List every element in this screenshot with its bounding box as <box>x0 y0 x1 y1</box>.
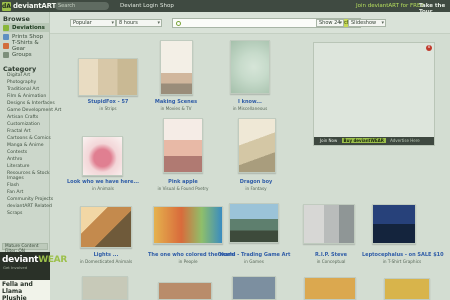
item-title[interactable]: R.I.P. Steve <box>291 252 371 258</box>
deviantwear-subtitle: Get Involved <box>3 265 28 270</box>
view-mode-select[interactable]: Slideshow <box>348 19 386 27</box>
deviantart-logo[interactable]: dA deviantART <box>2 1 56 11</box>
item-category[interactable]: Conceptual <box>291 259 371 264</box>
show-count-select[interactable]: Show 24 <box>316 19 344 27</box>
item-title[interactable]: Making Scenes <box>136 99 216 105</box>
category-community-projects[interactable]: Community Projects <box>7 197 53 202</box>
category-flash[interactable]: Flash <box>7 183 19 188</box>
category-designs-interfaces[interactable]: Designs & Interfaces <box>7 101 55 106</box>
join-now-link[interactable]: Join Now <box>320 138 337 143</box>
item-title[interactable]: Okami - Trading Game Art <box>214 252 294 258</box>
category-cartoons-comics[interactable]: Cartoons & Comics <box>7 136 51 141</box>
login-link[interactable]: Deviant Login <box>120 3 158 9</box>
category-contests[interactable]: Contests <box>7 150 27 155</box>
browse-heading: Browse <box>3 15 30 23</box>
thumbnail-image[interactable] <box>153 206 223 244</box>
category-literature[interactable]: Literature <box>7 164 30 169</box>
thumbnail-image[interactable] <box>303 204 355 244</box>
thumbnail-image[interactable] <box>82 136 123 176</box>
thumbnail-image[interactable] <box>78 58 138 96</box>
item-title[interactable]: Dragon boy <box>216 179 296 185</box>
item-title[interactable]: Look who we have here... <box>63 179 143 185</box>
groups-icon <box>3 51 9 58</box>
sort-select[interactable]: Popular <box>70 19 116 27</box>
thumbnail-image[interactable] <box>238 118 276 173</box>
category-artisan-crafts[interactable]: Artisan Crafts <box>7 115 38 120</box>
item-category[interactable]: T-Shirt Graphics <box>362 259 442 264</box>
item-category[interactable]: Animals <box>63 186 143 191</box>
search-icon <box>176 21 181 26</box>
category-digital-art[interactable]: Digital Art <box>7 73 30 78</box>
deviations-icon <box>3 24 9 31</box>
join-link[interactable]: Join deviantART for FREE <box>356 3 424 9</box>
advertisement-panel: x Join Now Buy deviantWEAR Advertise Her… <box>313 42 435 146</box>
category-deviantart-related[interactable]: deviantART Related <box>7 204 52 209</box>
item-category[interactable]: Fantasy <box>216 186 296 191</box>
sidebar-item-tshirts[interactable]: T-Shirts & Gear <box>3 40 49 52</box>
sidebar: Browse Deviations Prints Shop T-Shirts &… <box>0 12 67 300</box>
thumbnail-image[interactable] <box>372 204 416 244</box>
filter-bar: Popular 8 hours Search Art Show 24 Slide… <box>50 12 450 34</box>
item-category[interactable]: Domesticated Animals <box>66 259 146 264</box>
category-resources-images[interactable]: Images <box>7 176 24 181</box>
deviantwear-logo: deviantWEAR <box>2 255 67 265</box>
item-title[interactable]: Leptocephalus - on SALE $10 <box>362 252 444 258</box>
close-icon[interactable]: x <box>426 45 432 51</box>
thumbnail-image[interactable] <box>163 118 203 173</box>
item-category[interactable]: Games <box>214 259 294 264</box>
category-heading: Category <box>3 65 37 73</box>
category-game-development[interactable]: Game Development Art <box>7 108 61 113</box>
category-manga-anime[interactable]: Manga & Anime <box>7 143 44 148</box>
item-category[interactable]: Visual & Found Poetry <box>143 186 223 191</box>
category-fractal-art[interactable]: Fractal Art <box>7 129 31 134</box>
thumbnail-image[interactable] <box>232 276 276 300</box>
advertise-here-link[interactable]: Advertise Here <box>390 138 420 143</box>
logo-icon: dA <box>2 1 11 11</box>
thumbnail-image[interactable] <box>384 278 430 300</box>
ad-footer: Join Now Buy deviantWEAR Advertise Here <box>314 137 434 145</box>
thumbnail-image[interactable] <box>230 40 270 94</box>
item-title[interactable]: I know... <box>210 99 290 105</box>
category-customization[interactable]: Customization <box>7 122 40 127</box>
buy-deviantwear-button[interactable]: Buy deviantWEAR <box>341 138 386 143</box>
category-fan-art[interactable]: Fan Art <box>7 190 23 195</box>
top-search-input[interactable]: Search <box>55 2 109 10</box>
thumbnail-image[interactable] <box>229 203 279 243</box>
time-select[interactable]: 8 hours <box>116 19 162 27</box>
item-title[interactable]: Pink apple <box>143 179 223 185</box>
shop-link[interactable]: Shop <box>160 3 174 9</box>
promo-text[interactable]: Fella and Llama Plushie Bundle <box>0 280 50 300</box>
category-scraps[interactable]: Scraps <box>7 211 22 216</box>
item-title[interactable]: Lights ... <box>66 252 146 258</box>
thumbnail-image[interactable] <box>82 276 128 300</box>
category-film-animation[interactable]: Film & Animation <box>7 94 46 99</box>
thumbnail-image[interactable] <box>304 277 356 300</box>
sidebar-item-groups[interactable]: Groups <box>3 50 49 59</box>
prints-icon <box>3 33 9 40</box>
mature-filter-toggle[interactable]: Mature Content Filter: ON <box>2 243 48 254</box>
tshirt-icon <box>3 42 9 49</box>
category-photography[interactable]: Photography <box>7 80 36 85</box>
item-category[interactable]: Miscellaneous <box>210 106 290 111</box>
thumbnail-image[interactable] <box>80 206 132 248</box>
top-bar: dA deviantART Search Deviant Login Shop … <box>0 0 450 15</box>
thumbnail-image[interactable] <box>158 282 212 300</box>
item-category[interactable]: Movies & TV <box>136 106 216 111</box>
category-anthro[interactable]: Anthro <box>7 157 22 162</box>
thumbnail-image[interactable] <box>160 40 193 95</box>
category-traditional-art[interactable]: Traditional Art <box>7 87 39 92</box>
sidebar-item-deviations[interactable]: Deviations <box>3 23 49 32</box>
